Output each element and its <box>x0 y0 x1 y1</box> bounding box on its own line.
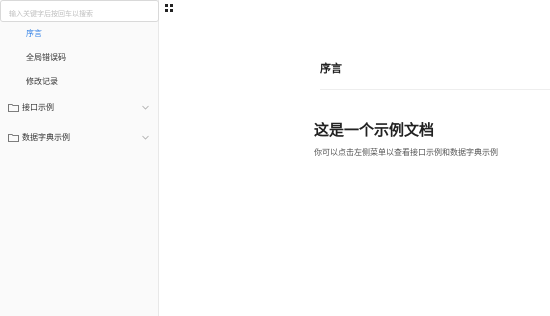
folder-icon <box>8 134 19 142</box>
sidebar-item-change-log[interactable]: 修改记录 <box>0 72 159 92</box>
divider <box>320 89 550 90</box>
page-title: 这是一个示例文档 <box>314 121 435 139</box>
sidebar: 序言 全局错误码 修改记录 接口示例 数据字典示例 <box>0 0 159 316</box>
folder-icon <box>8 104 19 112</box>
sidebar-group-data-dictionary[interactable]: 数据字典示例 <box>0 128 159 148</box>
sidebar-item-label: 全局错误码 <box>26 53 66 62</box>
sidebar-group-label: 接口示例 <box>22 103 54 112</box>
chevron-down-icon <box>142 135 149 140</box>
section-title: 序言 <box>320 62 342 75</box>
menu-toggle-icon[interactable] <box>165 4 173 12</box>
sidebar-item-global-error-codes[interactable]: 全局错误码 <box>0 48 159 68</box>
sidebar-item-preface[interactable]: 序言 <box>0 24 159 44</box>
sidebar-group-label: 数据字典示例 <box>22 133 70 142</box>
chevron-down-icon <box>142 105 149 110</box>
sidebar-item-label: 序言 <box>26 29 42 38</box>
page-description: 你可以点击左侧菜单以查看接口示例和数据字典示例 <box>314 148 498 157</box>
sidebar-group-api-examples[interactable]: 接口示例 <box>0 98 159 118</box>
sidebar-item-label: 修改记录 <box>26 77 58 86</box>
search-box <box>0 0 159 24</box>
search-input[interactable] <box>1 4 159 24</box>
